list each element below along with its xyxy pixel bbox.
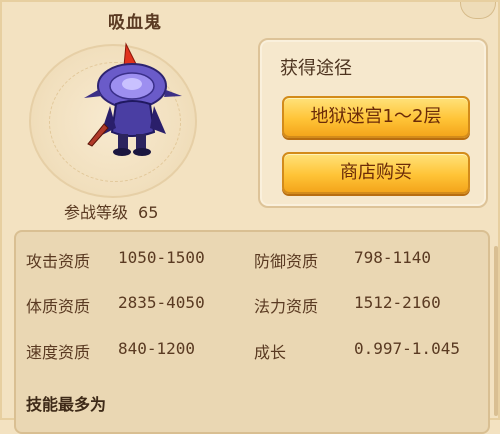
hell-maze-button[interactable]: 地狱迷宫1～2层 — [282, 96, 470, 138]
acquisition-title: 获得途径 — [280, 58, 352, 79]
scrollbar[interactable] — [494, 246, 498, 416]
attack-aptitude-label: 攻击资质 — [26, 252, 91, 271]
vampire-pet-sprite — [84, 42, 182, 156]
skills-title: 技能最多为 — [26, 395, 107, 414]
combat-level-value: 65 — [138, 203, 159, 222]
attack-aptitude-value: 1050-1500 — [118, 248, 205, 267]
corner-ornament — [460, 2, 496, 19]
pet-name: 吸血鬼 — [108, 13, 162, 33]
stat-row: 体质资质 2835-4050 法力资质 1512-2160 — [16, 293, 488, 323]
growth-value: 0.997-1.045 — [354, 339, 460, 358]
stat-row: 攻击资质 1050-1500 防御资质 798-1140 — [16, 248, 488, 278]
constitution-aptitude-label: 体质资质 — [26, 297, 91, 316]
shop-buy-button[interactable]: 商店购买 — [282, 152, 470, 194]
combat-level-label: 参战等级 — [64, 203, 129, 222]
mana-aptitude-label: 法力资质 — [254, 297, 319, 316]
aptitude-panel: 攻击资质 1050-1500 防御资质 798-1140 体质资质 2835-4… — [14, 230, 490, 434]
defense-aptitude-label: 防御资质 — [254, 252, 319, 271]
pet-portrait — [25, 40, 215, 200]
stat-row: 速度资质 840-1200 成长 0.997-1.045 — [16, 339, 488, 369]
speed-aptitude-value: 840-1200 — [118, 339, 196, 358]
constitution-aptitude-value: 2835-4050 — [118, 293, 205, 312]
speed-aptitude-label: 速度资质 — [26, 343, 91, 362]
mana-aptitude-value: 1512-2160 — [354, 293, 441, 312]
defense-aptitude-value: 798-1140 — [354, 248, 432, 267]
combat-level: 参战等级 65 — [64, 199, 158, 223]
acquisition-panel: 获得途径 地狱迷宫1～2层 商店购买 — [258, 38, 488, 208]
growth-label: 成长 — [254, 343, 287, 362]
